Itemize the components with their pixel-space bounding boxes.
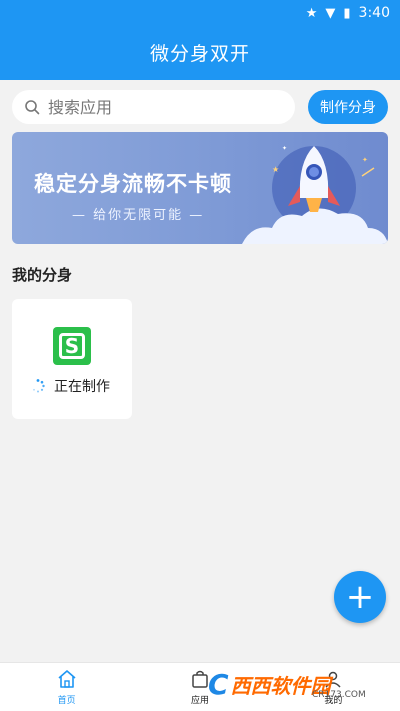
- watermark-site: CR173.COM: [312, 690, 366, 700]
- search-input[interactable]: [48, 97, 268, 117]
- status-bar: ★ ▼ ▮ 3:40: [306, 3, 390, 23]
- clone-status-label: 正在制作: [54, 379, 110, 395]
- banner-subline: — 给你无限可能 —: [72, 208, 205, 223]
- rocket-illustration: ★ ✦ ✦: [242, 145, 388, 244]
- svg-text:★: ★: [272, 165, 279, 174]
- my-clones-heading: 我的分身: [12, 266, 73, 284]
- battery-icon: ▮: [343, 5, 351, 21]
- clone-card[interactable]: S 正在制作: [12, 299, 132, 419]
- clone-status: 正在制作: [30, 376, 110, 396]
- nav-item-home[interactable]: 首页: [0, 663, 133, 711]
- add-clone-fab[interactable]: +: [334, 571, 386, 623]
- banner-headline: 稳定分身流畅不卡顿: [34, 172, 232, 196]
- promo-banner[interactable]: 稳定分身流畅不卡顿 — 给你无限可能 — ★ ✦ ✦: [12, 132, 388, 244]
- svg-text:✦: ✦: [362, 156, 368, 164]
- page-title: 微分身双开: [149, 43, 250, 65]
- search-bar[interactable]: [12, 90, 295, 124]
- watermark-mark-icon: C: [208, 667, 229, 701]
- nav-label-apps: 应用: [190, 696, 209, 706]
- watermark-logo: C 西西软件园 CR173.COM: [208, 664, 382, 704]
- home-icon: [58, 670, 76, 688]
- green-s-app-icon: S: [53, 327, 91, 365]
- app-header: ★ ▼ ▮ 3:40 微分身双开: [0, 0, 400, 80]
- loading-spinner-icon: [33, 379, 45, 393]
- make-clone-button[interactable]: 制作分身: [308, 90, 388, 124]
- wifi-icon: ▼: [325, 5, 336, 21]
- svg-text:✦: ✦: [282, 145, 287, 152]
- status-time: 3:40: [358, 5, 390, 21]
- nav-label-home: 首页: [57, 696, 76, 706]
- star-icon: ★: [305, 5, 318, 21]
- search-icon: [25, 100, 40, 115]
